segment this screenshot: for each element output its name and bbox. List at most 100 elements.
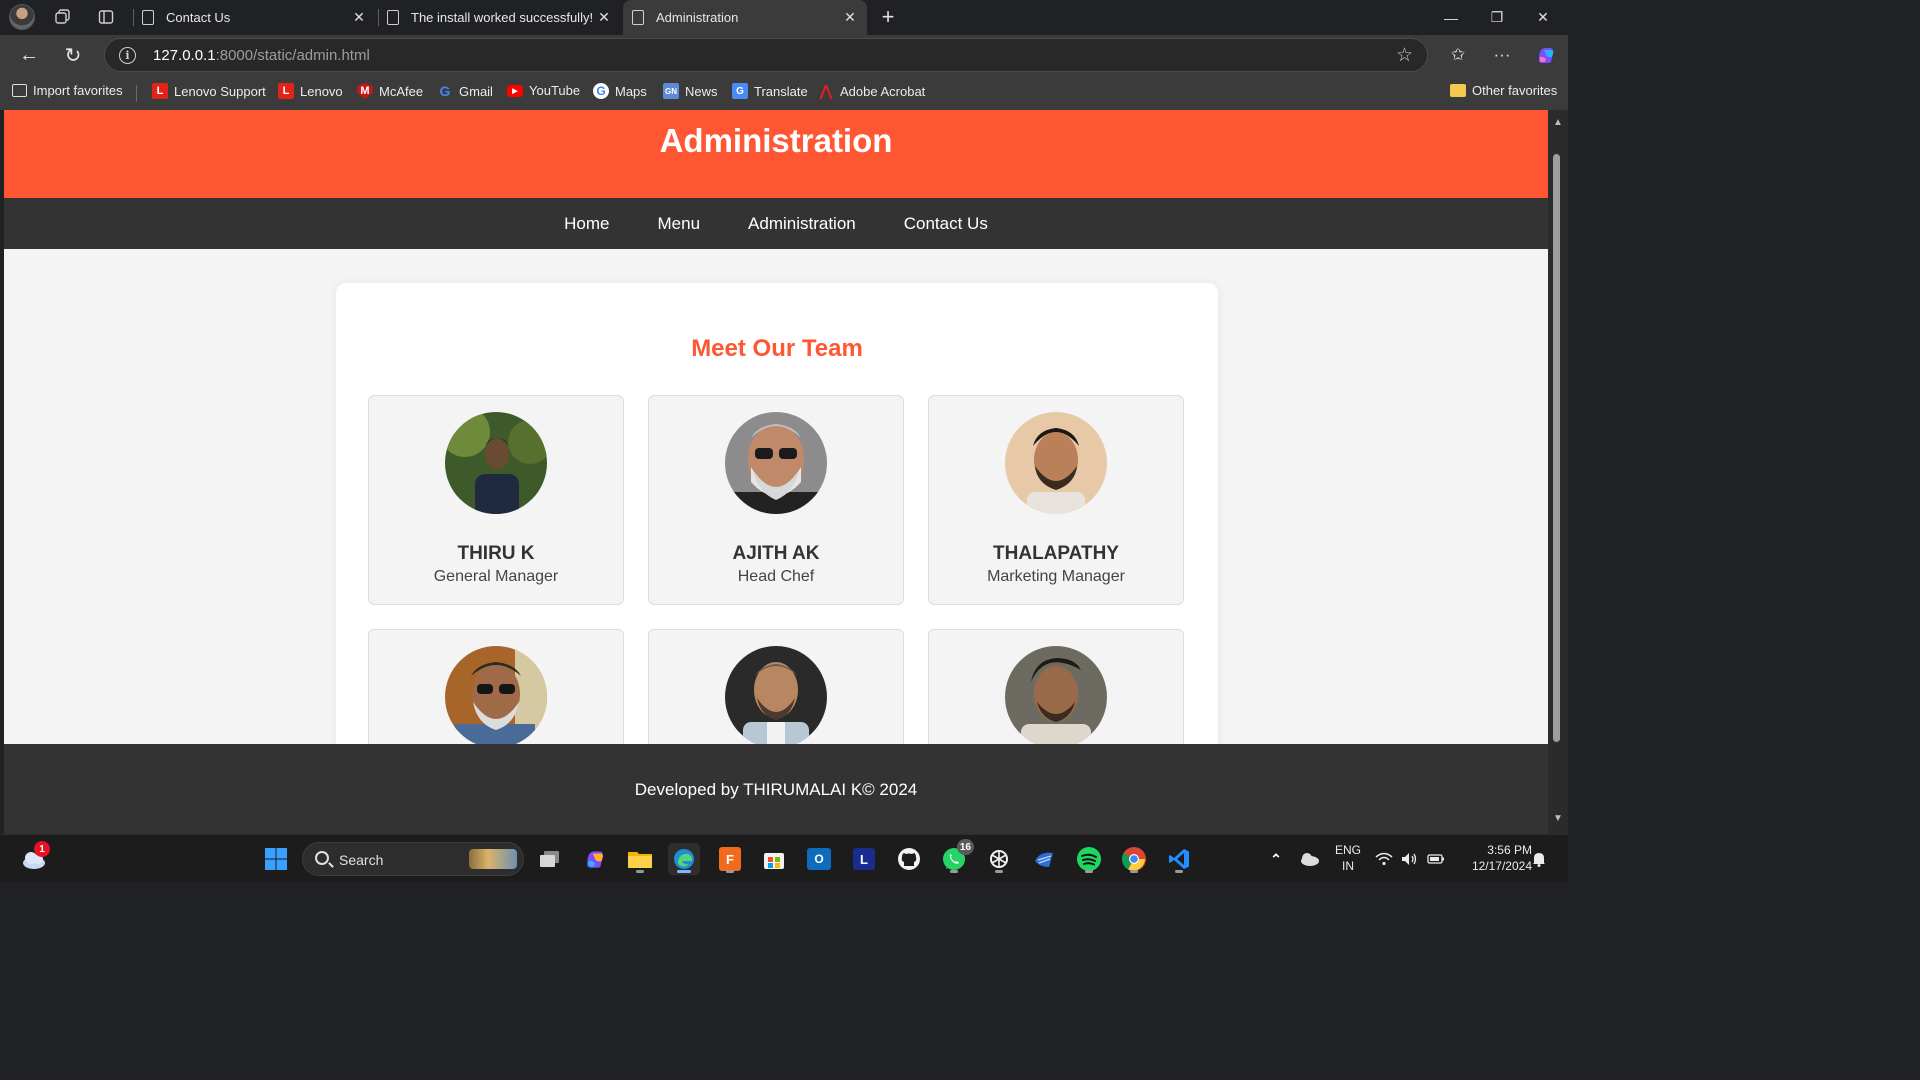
notification-bell-icon[interactable] <box>1526 843 1552 875</box>
scroll-down-icon[interactable]: ▼ <box>1552 812 1564 824</box>
favorites-icon[interactable]: ✩ <box>1443 41 1473 69</box>
bookmark-news[interactable]: GN News <box>663 83 718 99</box>
youtube-icon: ▶ <box>507 84 523 97</box>
chrome-icon[interactable] <box>1118 843 1150 875</box>
outlook-icon[interactable]: O <box>803 843 835 875</box>
refresh-button[interactable]: ↻ <box>58 41 88 69</box>
file-explorer-icon[interactable] <box>624 843 656 875</box>
site-nav: Home Menu Administration Contact Us <box>4 198 1548 249</box>
bookmark-separator <box>136 85 137 102</box>
member-photo <box>725 646 827 748</box>
copilot-app-icon[interactable] <box>579 843 611 875</box>
tab-title: Contact Us <box>166 10 231 25</box>
star-icon[interactable]: ☆ <box>1396 44 1413 67</box>
close-icon[interactable]: ✕ <box>595 8 613 26</box>
active-indicator <box>677 870 691 873</box>
address-bar[interactable]: i 127.0.0.1:8000/static/admin.html ☆ <box>104 38 1428 72</box>
new-tab-button[interactable]: + <box>876 4 900 29</box>
whatsapp-icon[interactable]: 16 <box>938 839 974 875</box>
taskbar: 1 Search F O L 16 ⌃ ENG IN 3:56 PM 12/17… <box>0 834 1568 882</box>
vertical-scrollbar[interactable]: ▲ ▼ <box>1548 110 1568 834</box>
back-button[interactable]: ← <box>14 41 44 69</box>
taskbar-clock[interactable]: 3:56 PM 12/17/2024 <box>1452 842 1532 874</box>
address-url: 127.0.0.1:8000/static/admin.html <box>153 47 370 64</box>
tab-strip: Contact Us ✕ The install worked successf… <box>0 0 1568 35</box>
taskbar-search[interactable]: Search <box>302 842 524 876</box>
spotify-icon[interactable] <box>1073 843 1105 875</box>
lenovo-app-icon[interactable]: L <box>848 843 880 875</box>
fiverr-app-icon[interactable]: F <box>714 843 746 875</box>
member-photo <box>1005 412 1107 514</box>
bookmark-label: Lenovo <box>300 83 343 99</box>
tab-install-worked[interactable]: The install worked successfully! Co ✕ <box>387 0 621 35</box>
volume-icon[interactable] <box>1396 843 1424 875</box>
site-info-icon[interactable]: i <box>119 47 136 64</box>
google-icon: G <box>439 83 451 99</box>
more-options-icon[interactable]: ··· <box>1487 41 1517 69</box>
chatgpt-icon[interactable] <box>983 843 1015 875</box>
bookmark-label: Import favorites <box>33 83 123 98</box>
bookmark-label: McAfee <box>379 83 424 99</box>
close-icon[interactable]: ✕ <box>350 8 368 26</box>
nav-contact-link[interactable]: Contact Us <box>904 214 988 234</box>
scroll-up-icon[interactable]: ▲ <box>1552 116 1564 128</box>
other-favorites-folder[interactable]: Other favorites <box>1450 83 1557 98</box>
close-window-button[interactable]: ✕ <box>1520 0 1566 35</box>
lenovo-icon: L <box>278 83 294 99</box>
bookmark-label: Translate <box>754 83 808 99</box>
translate-icon: G <box>732 83 748 99</box>
bookmark-maps[interactable]: G Maps <box>593 83 647 99</box>
nav-menu-link[interactable]: Menu <box>658 214 701 234</box>
bookmark-youtube[interactable]: ▶ YouTube <box>507 83 580 98</box>
language-indicator[interactable]: ENG IN <box>1330 842 1366 874</box>
bookmark-lenovo-support[interactable]: L Lenovo Support <box>152 83 266 99</box>
team-member-card: THALAPATHY Marketing Manager <box>928 395 1184 605</box>
close-icon[interactable]: ✕ <box>841 8 859 26</box>
lenovo-l-icon: L <box>853 848 875 870</box>
clock-time: 3:56 PM <box>1487 843 1532 857</box>
workspaces-icon[interactable] <box>49 4 77 30</box>
bookmark-mcafee[interactable]: M McAfee <box>357 83 423 99</box>
bookmark-adobe-acrobat[interactable]: ⋀ Adobe Acrobat <box>818 83 925 100</box>
member-photo <box>445 646 547 748</box>
wifi-icon[interactable] <box>1370 843 1398 875</box>
nav-administration-link[interactable]: Administration <box>748 214 856 234</box>
globe-app-icon[interactable] <box>1028 843 1060 875</box>
site-header: Administration <box>4 110 1548 198</box>
copilot-icon[interactable] <box>1531 41 1561 69</box>
bookmark-gmail[interactable]: G Gmail <box>437 83 493 99</box>
microsoft-store-icon[interactable] <box>758 843 790 875</box>
orange-app-icon: F <box>719 847 741 871</box>
search-icon <box>315 851 329 865</box>
import-icon <box>12 84 27 97</box>
tab-contact-us[interactable]: Contact Us ✕ <box>142 0 376 35</box>
tab-administration[interactable]: Administration ✕ <box>623 0 867 35</box>
running-indicator <box>1175 870 1183 873</box>
minimize-button[interactable]: — <box>1428 0 1474 35</box>
github-icon[interactable] <box>893 843 925 875</box>
vertical-tabs-icon[interactable] <box>92 4 120 30</box>
bookmark-translate[interactable]: G Translate <box>732 83 808 99</box>
edge-icon[interactable] <box>668 843 700 875</box>
task-view-icon[interactable] <box>534 843 566 875</box>
battery-icon[interactable] <box>1422 843 1450 875</box>
tab-separator <box>378 9 379 26</box>
weather-icon[interactable]: 1 <box>18 841 50 875</box>
profile-avatar[interactable] <box>9 4 35 30</box>
scroll-thumb[interactable] <box>1553 154 1560 742</box>
restore-button[interactable]: ❐ <box>1474 0 1520 35</box>
bookmark-import-favorites[interactable]: Import favorites <box>12 83 123 98</box>
address-host: 127.0.0.1 <box>153 47 216 64</box>
vscode-icon[interactable] <box>1163 843 1195 875</box>
favorites-bar: Import favorites L Lenovo Support L Leno… <box>0 75 1568 110</box>
maps-icon: G <box>593 83 609 99</box>
start-icon[interactable] <box>260 843 292 875</box>
tab-separator <box>133 9 134 26</box>
team-heading: Meet Our Team <box>691 335 863 362</box>
bookmark-lenovo[interactable]: L Lenovo <box>278 83 343 99</box>
member-name: THALAPATHY <box>993 543 1119 564</box>
nav-home-link[interactable]: Home <box>564 214 609 234</box>
bookmark-label: News <box>685 83 718 99</box>
chevron-up-icon[interactable]: ⌃ <box>1260 843 1292 875</box>
onedrive-icon[interactable] <box>1293 843 1325 875</box>
